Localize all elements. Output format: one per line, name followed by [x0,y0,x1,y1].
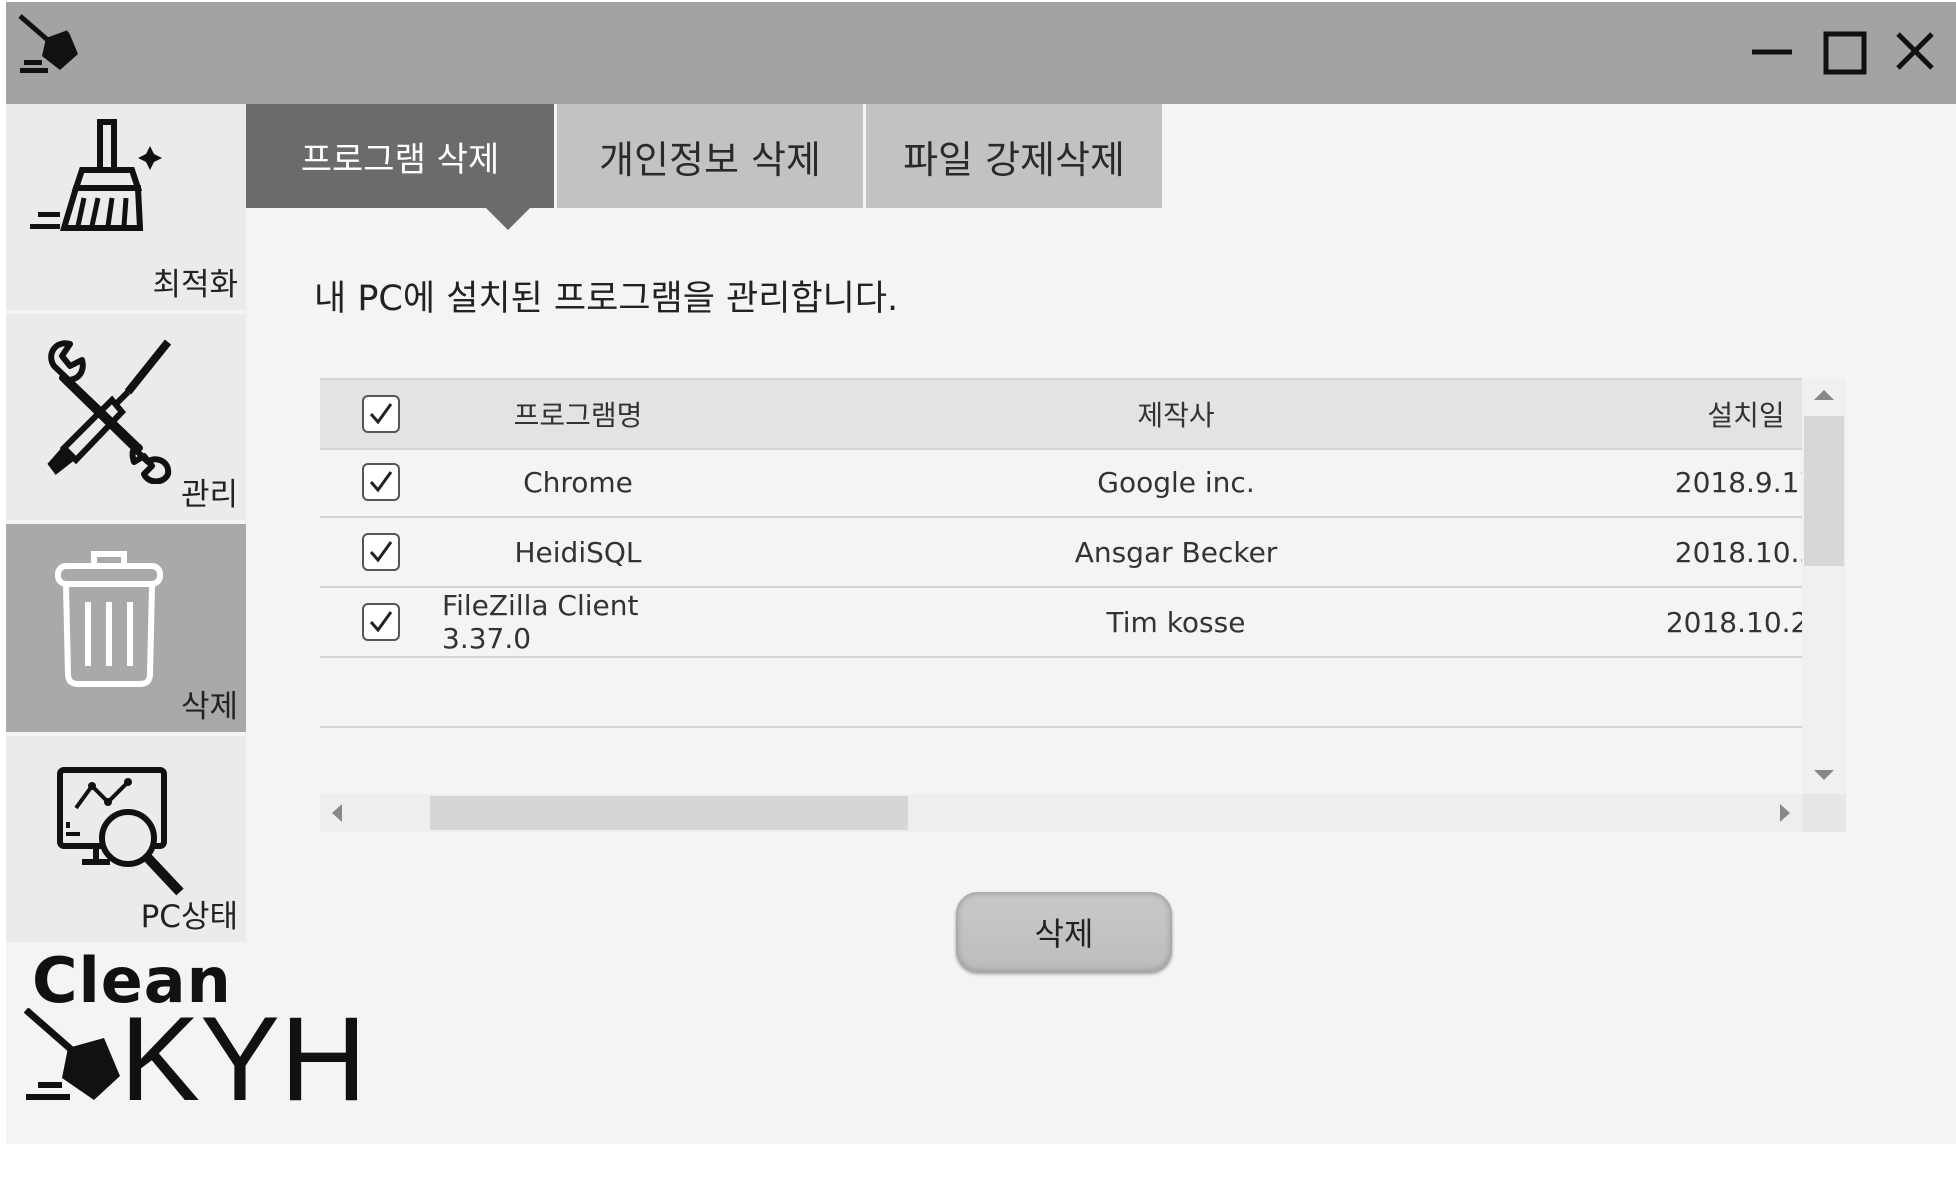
active-tab-indicator [484,206,532,230]
sidebar-item-label: 삭제 [180,689,238,725]
tools-icon [47,339,172,484]
tab-program-delete[interactable]: 프로그램 삭제 [246,104,554,208]
table-row-empty [320,658,1802,728]
row-checkbox[interactable] [362,603,400,641]
delete-button[interactable]: 삭제 [956,892,1172,972]
checkmark-icon [369,471,393,493]
vertical-scrollbar[interactable] [1802,378,1846,794]
table-row[interactable]: FileZilla Client 3.37.0 Tim kosse 2018.1… [320,588,1802,658]
scroll-up-icon[interactable] [1814,390,1834,400]
scrollbar-corner [1802,794,1846,832]
cell-install-date: 2018.10.23 [1665,605,1802,639]
checkmark-icon [369,403,393,425]
cell-maker: Ansgar Becker [1074,535,1278,569]
title-bar[interactable] [6,2,1956,104]
sidebar-item-label: 최적화 [152,267,238,303]
scroll-down-icon[interactable] [1814,770,1834,780]
page-description: 내 PC에 설치된 프로그램을 관리합니다. [314,279,899,319]
sidebar-item-label: 관리 [180,477,238,513]
select-all-checkbox[interactable] [362,395,400,433]
monitor-search-icon [57,767,184,896]
tab-force-delete[interactable]: 파일 강제삭제 [866,104,1162,208]
minimize-icon[interactable] [1740,22,1800,82]
sidebar: 최적화 관리 삭제 PC상태 [6,104,246,942]
checkmark-icon [369,541,393,563]
sidebar-item-delete[interactable]: 삭제 [6,524,246,732]
checkmark-icon [369,611,393,633]
cell-program-name: Chrome [523,465,633,499]
app-window: 최적화 관리 삭제 PC상태 Clean KYH 프로그램 삭제 개인정보 삭제… [6,2,1956,1144]
program-table: 프로그램명 제작사 설치일 Chrome Google inc. 2018.9.… [320,378,1846,832]
table-header-row: 프로그램명 제작사 설치일 [320,378,1802,450]
sidebar-item-optimize[interactable]: 최적화 [6,104,246,310]
column-header-date[interactable]: 설치일 [1690,380,1802,448]
maximize-icon[interactable] [1814,22,1874,82]
scroll-left-icon[interactable] [332,804,342,822]
close-icon[interactable] [1886,22,1946,82]
row-checkbox[interactable] [362,463,400,501]
broom-icon [18,14,81,73]
vertical-scroll-thumb[interactable] [1804,416,1844,566]
row-checkbox[interactable] [362,533,400,571]
broom-sparkle-icon [30,119,162,231]
cell-install-date: 2018.9.17 [1674,465,1802,499]
column-header-maker[interactable]: 제작사 [920,380,1432,448]
sidebar-item-manage[interactable]: 관리 [6,314,246,520]
table-row[interactable]: Chrome Google inc. 2018.9.17 [320,448,1802,518]
scroll-right-icon[interactable] [1780,804,1790,822]
trash-icon [55,551,163,687]
logo-kyh-icon: KYH [24,1008,367,1126]
tab-privacy-delete[interactable]: 개인정보 삭제 [557,104,863,208]
sidebar-item-label: PC상태 [140,899,238,935]
logo-text-clean: Clean [32,944,232,1017]
cell-maker: Google inc. [1097,465,1255,499]
cell-install-date: 2018.10.5 [1674,535,1802,569]
logo-text-kyh: KYH [120,1008,367,1126]
cell-program-name: FileZilla Client 3.37.0 [442,589,639,655]
app-logo: Clean KYH [24,944,414,1128]
column-header-name[interactable]: 프로그램명 [442,380,714,448]
horizontal-scroll-thumb[interactable] [430,796,908,830]
table-grid: 프로그램명 제작사 설치일 Chrome Google inc. 2018.9.… [320,378,1802,794]
horizontal-scrollbar[interactable] [320,794,1802,832]
table-row[interactable]: HeidiSQL Ansgar Becker 2018.10.5 [320,518,1802,588]
cell-program-name: HeidiSQL [514,535,642,569]
sidebar-item-pc-status[interactable]: PC상태 [6,736,246,942]
cell-maker: Tim kosse [1106,605,1246,639]
